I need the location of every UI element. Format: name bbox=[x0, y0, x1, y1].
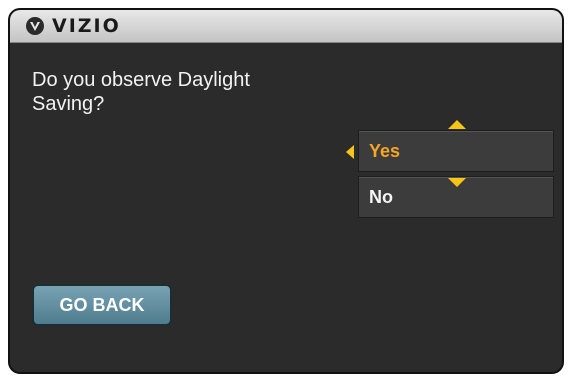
question-prompt: Do you observe Daylight Saving? bbox=[32, 69, 250, 115]
go-back-button[interactable]: GO BACK bbox=[32, 284, 172, 326]
option-list: Yes No bbox=[358, 130, 554, 218]
tv-menu-screen: VIZIO Do you observe Daylight Saving? Ye… bbox=[8, 8, 564, 374]
brand-logo: VIZIO bbox=[52, 15, 121, 37]
title-bar: VIZIO bbox=[10, 10, 562, 43]
triangle-up-icon[interactable] bbox=[448, 120, 466, 129]
triangle-left-icon bbox=[346, 145, 354, 159]
vizio-v-badge-icon bbox=[26, 17, 44, 35]
triangle-down-icon[interactable] bbox=[448, 178, 466, 187]
option-yes[interactable]: Yes bbox=[358, 130, 554, 172]
